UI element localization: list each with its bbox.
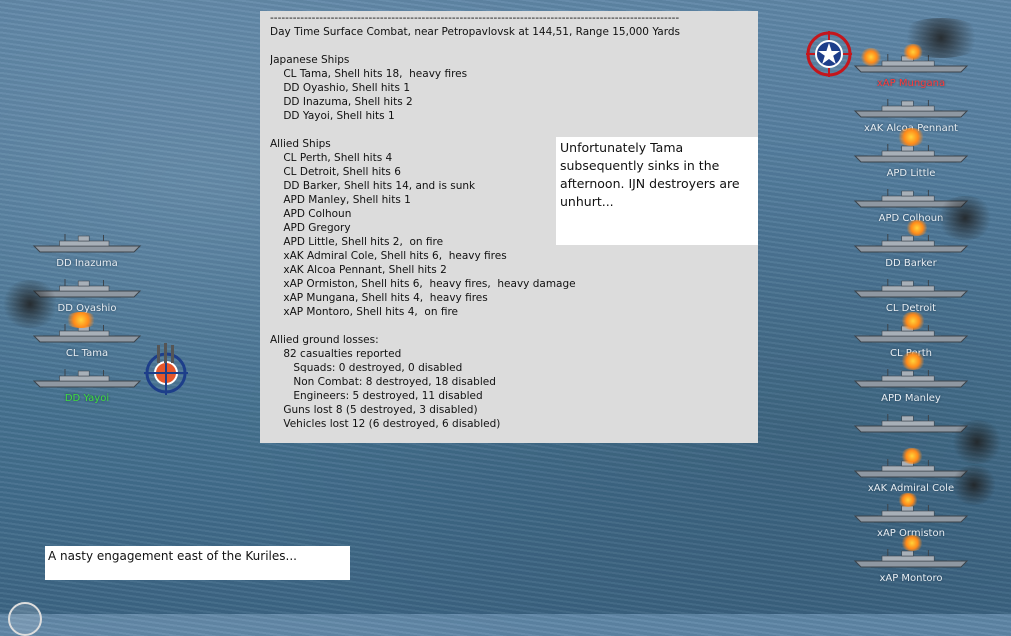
- fire-effect: [896, 128, 926, 146]
- report-line: [270, 123, 748, 137]
- ship-unit[interactable]: CL Detroit: [853, 277, 969, 317]
- ship-unit[interactable]: CL Tama: [32, 322, 142, 362]
- ship-name-label: APD Manley: [881, 393, 941, 404]
- report-line: DD Inazuma, Shell hits 2: [270, 96, 413, 108]
- report-line: DD Yayoi, Shell hits 1: [270, 110, 395, 122]
- us-star-roundel-icon: [806, 31, 852, 81]
- report-line: Allied ground losses:: [270, 334, 379, 346]
- report-line: Day Time Surface Combat, near Petropavlo…: [270, 26, 680, 38]
- ship-unit[interactable]: xAP Montoro: [853, 547, 969, 587]
- report-line: Vehicles lost 12 (6 destroyed, 6 disable…: [270, 418, 501, 430]
- fire-effect: [900, 535, 924, 551]
- fire-effect: [900, 352, 926, 370]
- report-line: Non Combat: 8 destroyed, 18 disabled: [270, 376, 496, 388]
- smoke-effect: [0, 280, 60, 328]
- fire-effect: [902, 44, 924, 60]
- fire-effect: [64, 312, 98, 328]
- ship-unit[interactable]: DD Inazuma: [32, 232, 142, 272]
- fire-effect: [900, 312, 926, 330]
- report-line: ----------------------------------------…: [270, 12, 680, 24]
- fire-effect: [900, 448, 924, 464]
- smoke-effect: [950, 420, 1004, 464]
- commentary-note: Unfortunately Tama subsequently sinks in…: [556, 137, 758, 245]
- report-line: 82 casualties reported: [270, 348, 402, 360]
- report-line: xAP Ormiston, Shell hits 6, heavy fires,…: [270, 278, 576, 290]
- ship-unit[interactable]: APD Manley: [853, 367, 969, 407]
- report-line: xAK Alcoa Pennant, Shell hits 2: [270, 264, 447, 276]
- report-line: xAK Admiral Cole, Shell hits 6, heavy fi…: [270, 250, 507, 262]
- smoke-effect: [935, 196, 995, 240]
- ship-unit[interactable]: DD Yayoi: [32, 367, 142, 407]
- fire-effect: [897, 493, 919, 507]
- report-line: Engineers: 5 destroyed, 11 disabled: [270, 390, 483, 402]
- report-line: [270, 39, 748, 53]
- corner-control[interactable]: [8, 602, 42, 636]
- report-line: xAP Montoro, Shell hits 4, on fire: [270, 306, 459, 318]
- ship-name-label: xAP Mungana: [876, 78, 946, 89]
- ship-unit[interactable]: APD Little: [853, 142, 969, 182]
- report-line: DD Oyashio, Shell hits 1: [270, 82, 411, 94]
- ship-name-label: CL Tama: [65, 348, 109, 359]
- report-line: CL Tama, Shell hits 18, heavy fires: [270, 68, 468, 80]
- ship-name-label: xAP Montoro: [879, 573, 943, 584]
- report-line: xAP Mungana, Shell hits 4, heavy fires: [270, 292, 488, 304]
- fire-effect: [860, 48, 882, 66]
- ship-name-label: APD Little: [886, 168, 936, 179]
- report-line: Japanese Ships: [270, 54, 350, 66]
- ship-name-label: DD Barker: [885, 258, 937, 269]
- report-line: [270, 319, 748, 333]
- smoke-effect: [950, 465, 998, 505]
- ship-name-label: DD Inazuma: [56, 258, 118, 269]
- screenshot-caption: A nasty engagement east of the Kuriles..…: [45, 546, 350, 580]
- ship-name-label: DD Yayoi: [64, 393, 110, 404]
- ijn-target-icon: [144, 343, 188, 399]
- report-line: Squads: 0 destroyed, 0 disabled: [270, 362, 463, 374]
- report-line: Guns lost 8 (5 destroyed, 3 disabled): [270, 404, 478, 416]
- fire-effect: [905, 220, 929, 236]
